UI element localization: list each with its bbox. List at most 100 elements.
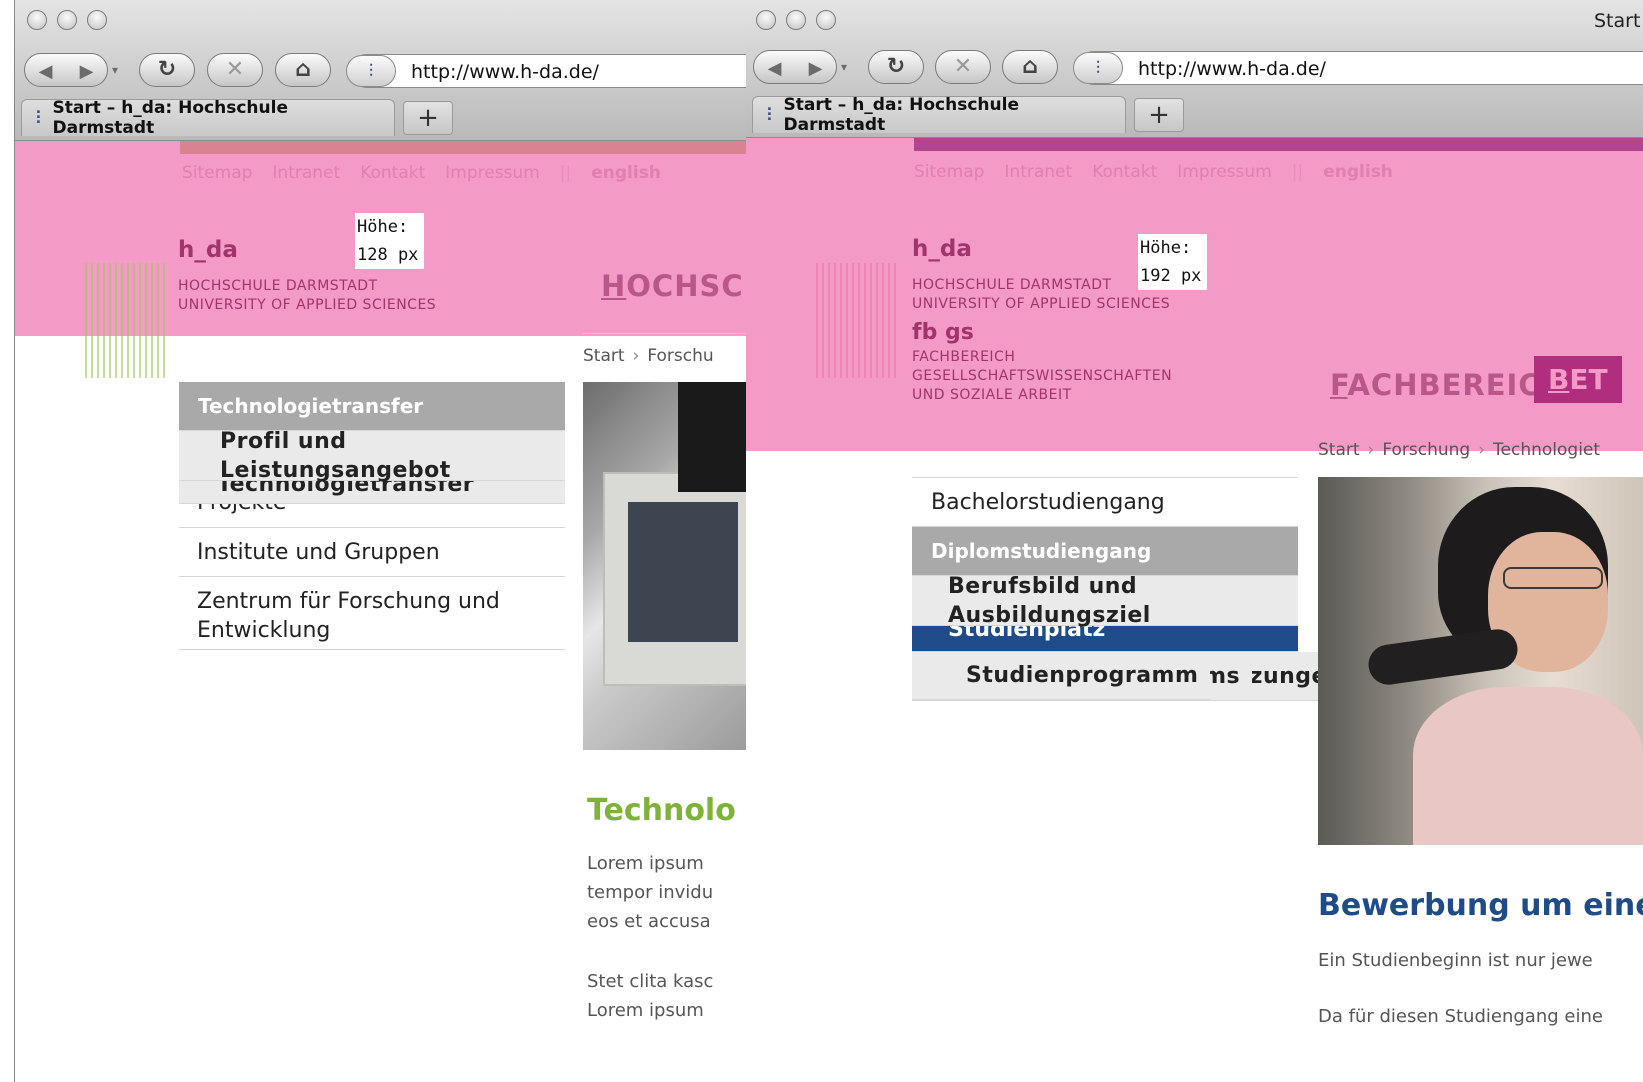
tab-bar: ⫶ Start – h_da: Hochschule Darmstadt + [746, 94, 1643, 136]
home-button[interactable]: ⌂ [1002, 50, 1058, 84]
history-dropdown-icon[interactable]: ▾ [841, 60, 847, 74]
section-title-highlight: BET [1534, 356, 1622, 403]
faculty-subtitle-line2: GESELLSCHAFTSWISSENSCHAFTEN [912, 368, 1173, 384]
sidebar-item-institute-und-gruppen[interactable]: Institute und Gruppen [179, 528, 565, 577]
paragraph-line: Stet clita kasc [587, 971, 714, 992]
address-bar[interactable]: ⫶ http://www.h-da.de/ [1073, 51, 1643, 85]
meta-link-impressum[interactable]: Impressum [1177, 162, 1272, 182]
back-arrow-icon[interactable]: ◀ [754, 51, 795, 85]
breadcrumb-technologietransfer[interactable]: Technologiet [1493, 440, 1600, 460]
faculty-wordmark[interactable]: fb gs [912, 320, 974, 345]
meta-link-sitemap[interactable]: Sitemap [914, 162, 984, 182]
title-bar [15, 0, 746, 36]
home-button[interactable]: ⌂ [275, 53, 331, 87]
new-tab-button[interactable]: + [1134, 98, 1184, 132]
language-link-english[interactable]: english [1323, 162, 1393, 182]
language-link-english[interactable]: english [591, 163, 661, 183]
close-window-button[interactable] [27, 10, 47, 30]
hda-favicon-icon: ⫶ [767, 104, 772, 126]
sidebar-menu: TechnologietransferDarmstädter Stiftung … [179, 382, 565, 650]
title-bar: Start [746, 0, 1643, 36]
back-forward-buttons: ◀ ▶ [24, 53, 108, 87]
logo-wordmark[interactable]: h_da [178, 237, 238, 263]
section-title-initial: H [601, 269, 627, 303]
breadcrumb-start[interactable]: Start [583, 346, 625, 366]
sidebar-item-studienprogramm[interactable]: Studienprogramm [912, 652, 1211, 700]
sidebar-item-bachelorstudiengang[interactable]: Bachelorstudiengang [912, 478, 1298, 527]
meta-link-impressum[interactable]: Impressum [445, 163, 540, 183]
browser-chrome: ◀ ▶ ▾ ↻ ✕ ⌂ ⫶ http://www.h-da.de/ ⫶ Star… [15, 0, 746, 141]
browser-window-left: ◀ ▶ ▾ ↻ ✕ ⌂ ⫶ http://www.h-da.de/ ⫶ Star… [14, 0, 747, 1082]
tab-title: Start – h_da: Hochschule Darmstadt [783, 95, 1020, 135]
sidebar-item-label: Bachelorstudiengang [931, 489, 1165, 515]
highlight-rest: ET [1569, 363, 1608, 396]
minimize-window-button[interactable] [786, 10, 806, 30]
meta-separator: || [1291, 162, 1304, 182]
stop-button[interactable]: ✕ [935, 50, 991, 84]
address-bar[interactable]: ⫶ http://www.h-da.de/ [346, 54, 746, 88]
breadcrumb-forschung[interactable]: Forschung [1382, 440, 1470, 460]
content-image-computer [583, 382, 746, 750]
meta-link-intranet[interactable]: Intranet [1004, 162, 1072, 182]
forward-arrow-icon[interactable]: ▶ [66, 54, 107, 88]
breadcrumb: Start › Forschu [583, 346, 714, 366]
stop-button[interactable]: ✕ [207, 53, 263, 87]
sidebar-item-label: Studienprogramm [966, 663, 1199, 688]
sidebar-item-label: Technologietransfer [198, 393, 424, 418]
sidebar-item-technologietransfer[interactable]: Technologietransfer [179, 382, 565, 431]
sidebar-item-berufsbild-und-ausbildungsziel[interactable]: Berufsbild und Ausbildungsziel [912, 574, 1298, 628]
sidebar-item-label: Diplomstudiengang [931, 538, 1152, 563]
faculty-subtitle: FACHBEREICH GESELLSCHAFTSWISSENSCHAFTEN … [912, 348, 1172, 405]
home-icon: ⌂ [295, 57, 311, 82]
content-paragraph-1: Ein Studienbeginn ist nur jewe [1318, 950, 1593, 971]
sidebar-item-zentrum-für-forschung-und-entwicklung[interactable]: Zentrum für Forschung und Entwicklung [179, 577, 565, 650]
reload-button[interactable]: ↻ [868, 50, 924, 84]
stop-icon: ✕ [953, 54, 973, 79]
stop-icon: ✕ [225, 57, 245, 82]
content-paragraph-2: Da für diesen Studiengang eine [1318, 1006, 1603, 1027]
tab-start[interactable]: ⫶ Start – h_da: Hochschule Darmstadt [752, 95, 1126, 135]
forward-arrow-icon[interactable]: ▶ [795, 51, 836, 85]
logo-graphic-icon [816, 263, 896, 378]
tab-title: Start – h_da: Hochschule Darmstadt [52, 98, 289, 138]
height-label: Höhe: [1140, 238, 1192, 258]
tab-bar: ⫶ Start – h_da: Hochschule Darmstadt + [15, 97, 746, 139]
header-stripe [914, 138, 1643, 151]
sidebar-item-diplomstudiengang[interactable]: Diplomstudiengang [912, 527, 1298, 576]
logo-wordmark[interactable]: h_da [912, 236, 972, 262]
breadcrumb-forschung[interactable]: Forschu [647, 346, 713, 366]
hda-favicon-icon: ⫶ [36, 107, 41, 129]
new-tab-button[interactable]: + [403, 101, 453, 135]
meta-navigation: Sitemap Intranet Kontakt Impressum || en… [914, 162, 1393, 182]
meta-link-kontakt[interactable]: Kontakt [1092, 162, 1157, 182]
section-title-initial: F [1330, 368, 1348, 402]
minimize-window-button[interactable] [57, 10, 77, 30]
url-text: http://www.h-da.de/ [411, 61, 599, 83]
web-page: Sitemap Intranet Kontakt Impressum || en… [15, 141, 746, 1082]
close-window-button[interactable] [756, 10, 776, 30]
breadcrumb-start[interactable]: Start [1318, 440, 1360, 460]
zoom-window-button[interactable] [816, 10, 836, 30]
browser-chrome: Start ◀ ▶ ▾ ↻ ✕ ⌂ ⫶ http://www.h-da.de/ … [746, 0, 1643, 138]
faculty-subtitle-line1: FACHBEREICH [912, 349, 1016, 365]
history-dropdown-icon[interactable]: ▾ [112, 63, 118, 77]
reload-button[interactable]: ↻ [139, 53, 195, 87]
faculty-subtitle-line3: UND SOZIALE ARBEIT [912, 387, 1072, 403]
breadcrumb-arrow-icon: › [632, 346, 640, 366]
content-image-student [1318, 477, 1643, 845]
window-title: Start [1594, 10, 1641, 32]
meta-link-sitemap[interactable]: Sitemap [182, 163, 252, 183]
meta-link-intranet[interactable]: Intranet [272, 163, 340, 183]
logo-subtitle-line2: UNIVERSITY OF APPLIED SCIENCES [912, 296, 1171, 312]
url-text: http://www.h-da.de/ [1138, 58, 1326, 80]
paragraph-line: eos et accusa [587, 911, 711, 932]
paragraph-line: Lorem ipsum [587, 1000, 704, 1021]
logo-subtitle-line2: UNIVERSITY OF APPLIED SCIENCES [178, 297, 437, 313]
tab-start[interactable]: ⫶ Start – h_da: Hochschule Darmstadt [21, 98, 395, 138]
reload-icon: ↻ [886, 54, 906, 79]
zoom-window-button[interactable] [87, 10, 107, 30]
logo-subtitle-line1: HOCHSCHULE DARMSTADT [178, 278, 378, 294]
sidebar-item-profil-und-leistungsangebot[interactable]: Profil und Leistungsangebot [179, 429, 565, 483]
meta-link-kontakt[interactable]: Kontakt [360, 163, 425, 183]
back-arrow-icon[interactable]: ◀ [25, 54, 66, 88]
